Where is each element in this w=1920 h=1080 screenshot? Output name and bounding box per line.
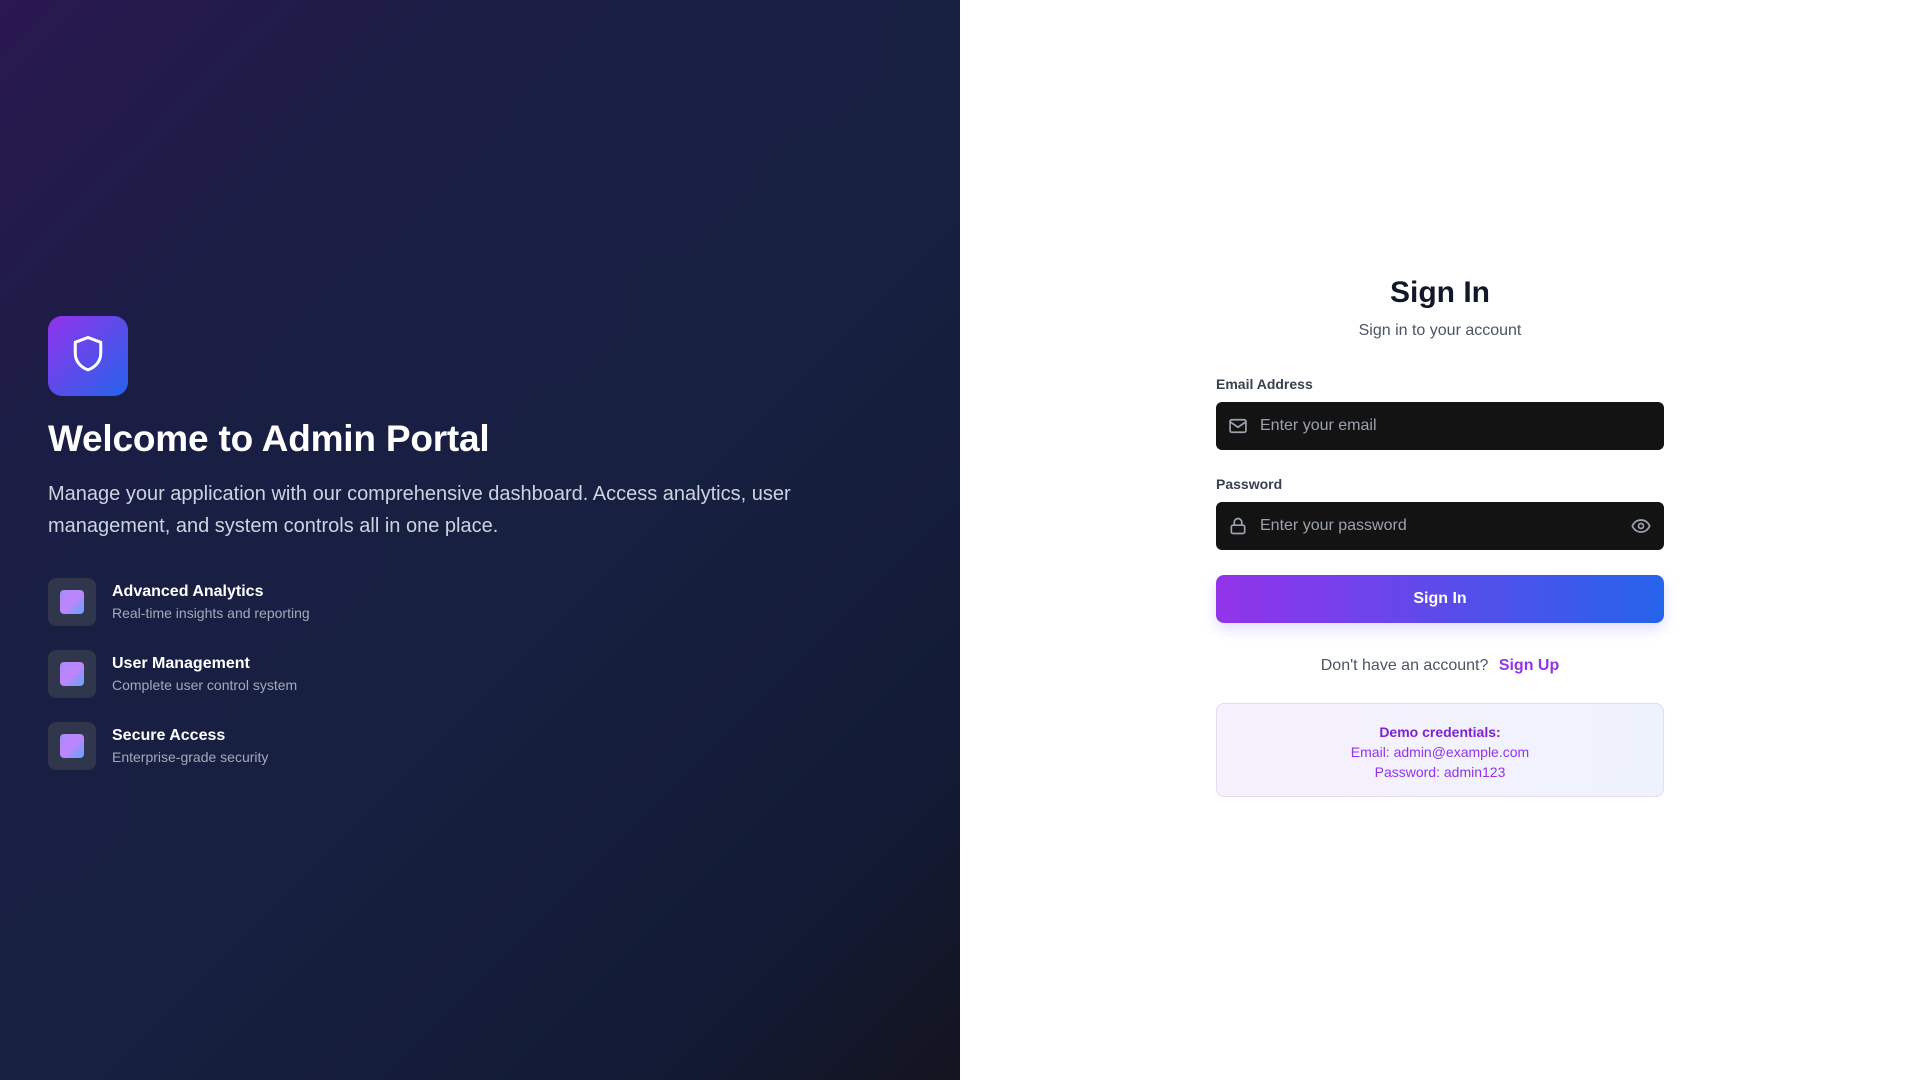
sign-in-button[interactable]: Sign In bbox=[1216, 575, 1664, 623]
signup-row: Don't have an account? Sign Up bbox=[1216, 657, 1664, 675]
feature-description: Complete user control system bbox=[112, 677, 298, 693]
feature-list: Advanced Analytics Real-time insights an… bbox=[48, 578, 888, 770]
app-logo bbox=[48, 316, 128, 396]
password-label: Password bbox=[1216, 476, 1283, 492]
sign-up-link[interactable]: Sign Up bbox=[1499, 657, 1559, 674]
form-subtitle: Sign in to your account bbox=[1358, 322, 1522, 339]
feature-item: Secure Access Enterprise-grade security bbox=[48, 722, 888, 770]
email-field[interactable] bbox=[1260, 417, 1652, 435]
feature-description: Enterprise-grade security bbox=[112, 749, 269, 765]
feature-description: Real-time insights and reporting bbox=[112, 605, 310, 621]
hero-panel: Welcome to Admin Portal Manage your appl… bbox=[0, 0, 960, 1080]
demo-email: Email: admin@example.com bbox=[1350, 744, 1530, 760]
demo-password: Password: admin123 bbox=[1374, 764, 1506, 780]
hero-content: Welcome to Admin Portal Manage your appl… bbox=[48, 316, 888, 794]
email-field-wrapper bbox=[1216, 402, 1664, 450]
feature-icon-box bbox=[48, 578, 96, 626]
signin-panel: Sign In Sign in to your account Email Ad… bbox=[960, 0, 1920, 1080]
feature-title: Secure Access bbox=[112, 727, 226, 744]
feature-icon-box bbox=[48, 722, 96, 770]
password-field[interactable] bbox=[1260, 517, 1630, 535]
eye-icon[interactable] bbox=[1630, 515, 1652, 537]
signup-prompt: Don't have an account? bbox=[1320, 657, 1489, 674]
feature-icon-box bbox=[48, 650, 96, 698]
password-field-wrapper bbox=[1216, 502, 1664, 550]
lock-icon bbox=[1228, 516, 1248, 536]
feature-title: User Management bbox=[112, 655, 250, 672]
mail-icon bbox=[1228, 416, 1248, 436]
feature-item: Advanced Analytics Real-time insights an… bbox=[48, 578, 888, 626]
hero-description: Manage your application with our compreh… bbox=[48, 483, 791, 537]
feature-item: User Management Complete user control sy… bbox=[48, 650, 888, 698]
demo-title: Demo credentials: bbox=[1379, 724, 1501, 740]
gradient-square-icon bbox=[60, 734, 84, 758]
demo-credentials-box: Demo credentials: Email: admin@example.c… bbox=[1216, 703, 1664, 797]
gradient-square-icon bbox=[60, 590, 84, 614]
signin-form: Sign In Sign in to your account Email Ad… bbox=[1216, 276, 1664, 797]
gradient-square-icon bbox=[60, 662, 84, 686]
shield-icon bbox=[70, 334, 106, 379]
hero-title: Welcome to Admin Portal bbox=[48, 418, 490, 459]
feature-title: Advanced Analytics bbox=[112, 583, 264, 600]
form-title: Sign In bbox=[1390, 276, 1490, 309]
email-label: Email Address bbox=[1216, 376, 1313, 392]
